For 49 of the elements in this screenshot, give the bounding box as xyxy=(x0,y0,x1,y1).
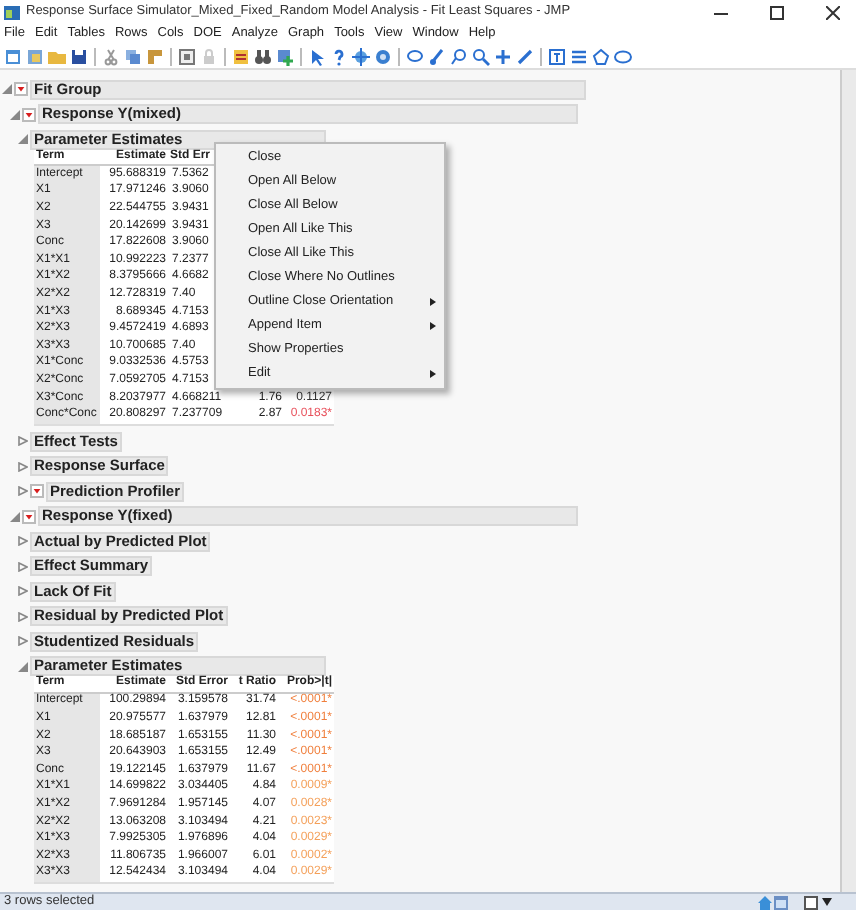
brush-icon[interactable] xyxy=(428,47,446,65)
expanded-triangle-icon[interactable] xyxy=(18,134,28,144)
collapsed-triangle-icon[interactable] xyxy=(18,461,28,471)
lines-icon[interactable] xyxy=(570,47,588,65)
binoculars-icon[interactable] xyxy=(254,47,272,65)
collapsed-triangle-icon[interactable] xyxy=(18,636,28,646)
plus-icon[interactable] xyxy=(494,47,512,65)
collapsed-triangle-icon[interactable] xyxy=(18,486,28,496)
dropdown-caret-icon[interactable] xyxy=(822,898,832,906)
close-icon[interactable] xyxy=(826,5,840,19)
polygon-icon[interactable] xyxy=(592,47,610,65)
add-data-icon[interactable] xyxy=(276,47,294,65)
cut-icon[interactable] xyxy=(102,47,120,65)
expanded-triangle-icon[interactable] xyxy=(10,109,20,119)
paste-icon[interactable] xyxy=(146,47,164,65)
dropdown-menu-icon[interactable] xyxy=(22,509,36,523)
collapsed-triangle-icon[interactable] xyxy=(18,611,28,621)
window-list-icon[interactable] xyxy=(774,895,788,909)
lasso-tool-icon[interactable] xyxy=(450,47,468,65)
save-icon[interactable] xyxy=(70,47,88,65)
expanded-triangle-icon[interactable] xyxy=(18,661,28,671)
arrow-pointer-icon[interactable] xyxy=(308,47,326,65)
crosshair-icon[interactable] xyxy=(352,47,370,65)
oval-icon[interactable] xyxy=(614,47,632,65)
collapsed-triangle-icon[interactable] xyxy=(18,561,28,571)
text-box-icon[interactable] xyxy=(548,47,566,65)
line-tool-icon[interactable] xyxy=(516,47,534,65)
expanded-triangle-icon[interactable] xyxy=(10,511,20,521)
copy-icon[interactable] xyxy=(124,47,142,65)
scrollbar[interactable] xyxy=(840,70,856,892)
expanded-triangle-icon[interactable] xyxy=(2,84,12,94)
help-icon[interactable] xyxy=(330,47,348,65)
target-icon[interactable] xyxy=(374,47,392,65)
magnifier-icon[interactable] xyxy=(472,47,490,65)
collapsed-triangle-icon[interactable] xyxy=(18,586,28,596)
new-script-icon[interactable] xyxy=(26,47,44,65)
dropdown-menu-icon[interactable] xyxy=(14,82,28,96)
report-icon[interactable] xyxy=(232,47,250,65)
collapsed-triangle-icon[interactable] xyxy=(18,436,28,446)
app-icon xyxy=(4,5,20,19)
lasso-icon[interactable] xyxy=(406,47,424,65)
dropdown-menu-icon[interactable] xyxy=(22,107,36,121)
home-icon[interactable] xyxy=(758,895,772,909)
window-square-icon[interactable] xyxy=(804,895,818,909)
dropdown-menu-icon[interactable] xyxy=(30,484,44,498)
layout-icon[interactable] xyxy=(178,47,196,65)
collapsed-triangle-icon[interactable] xyxy=(18,536,28,546)
new-table-icon[interactable] xyxy=(4,47,22,65)
maximize-icon[interactable] xyxy=(770,5,784,19)
